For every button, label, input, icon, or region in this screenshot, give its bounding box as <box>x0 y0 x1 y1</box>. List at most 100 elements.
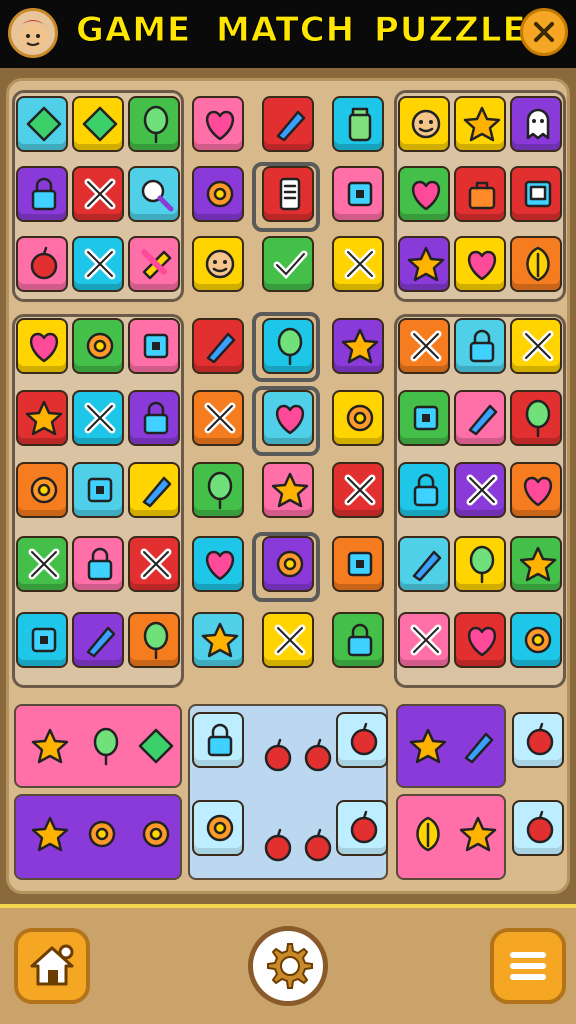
game-tile[interactable] <box>332 318 384 374</box>
game-tile[interactable] <box>332 462 384 518</box>
game-tile[interactable] <box>332 236 384 292</box>
tray-item[interactable] <box>24 720 76 776</box>
game-tile[interactable] <box>16 236 68 292</box>
game-tile[interactable] <box>192 612 244 668</box>
game-tile[interactable] <box>510 462 562 518</box>
game-tile[interactable] <box>192 536 244 592</box>
tray-item[interactable] <box>402 720 454 776</box>
game-tile[interactable] <box>332 612 384 668</box>
game-tile[interactable] <box>510 166 562 222</box>
tray-item[interactable] <box>192 712 244 768</box>
settings-button[interactable] <box>248 926 328 1006</box>
game-tile[interactable] <box>454 236 506 292</box>
game-tile[interactable] <box>72 612 124 668</box>
game-tile[interactable] <box>262 536 314 592</box>
game-tile[interactable] <box>510 612 562 668</box>
game-tile[interactable] <box>128 318 180 374</box>
game-tile[interactable] <box>510 536 562 592</box>
game-tile[interactable] <box>72 462 124 518</box>
tray-item[interactable] <box>130 808 182 864</box>
game-tile[interactable] <box>398 612 450 668</box>
game-tile[interactable] <box>192 96 244 152</box>
game-tile[interactable] <box>262 318 314 374</box>
game-tile[interactable] <box>128 390 180 446</box>
game-tile[interactable] <box>16 166 68 222</box>
game-tile[interactable] <box>454 96 506 152</box>
game-tile[interactable] <box>128 536 180 592</box>
close-button[interactable] <box>520 8 568 56</box>
tray-item[interactable] <box>336 712 388 768</box>
game-tile[interactable] <box>332 536 384 592</box>
game-tile[interactable] <box>262 166 314 222</box>
tray-item[interactable] <box>512 712 564 768</box>
game-tile[interactable] <box>332 166 384 222</box>
home-button[interactable] <box>14 928 90 1004</box>
game-tile[interactable] <box>398 96 450 152</box>
game-tile[interactable] <box>510 390 562 446</box>
game-tile[interactable] <box>72 96 124 152</box>
game-tile[interactable] <box>262 612 314 668</box>
game-tile[interactable] <box>72 236 124 292</box>
tray-item[interactable] <box>130 720 182 776</box>
game-tile[interactable] <box>398 390 450 446</box>
game-tile[interactable] <box>262 236 314 292</box>
character-avatar-icon[interactable] <box>8 8 58 58</box>
game-tile[interactable] <box>16 318 68 374</box>
box-icon <box>413 405 439 431</box>
game-tile[interactable] <box>398 318 450 374</box>
cross-icon <box>140 548 172 580</box>
game-tile[interactable] <box>262 462 314 518</box>
tray-item[interactable] <box>452 720 504 776</box>
heart-icon <box>524 476 552 507</box>
tray-item[interactable] <box>24 808 76 864</box>
menu-button[interactable] <box>490 928 566 1004</box>
game-tile[interactable] <box>128 612 180 668</box>
game-tile[interactable] <box>16 462 68 518</box>
game-tile[interactable] <box>510 236 562 292</box>
tray-item[interactable] <box>512 800 564 856</box>
game-tile[interactable] <box>128 166 180 222</box>
game-tile[interactable] <box>454 612 506 668</box>
game-tile[interactable] <box>72 166 124 222</box>
game-tile[interactable] <box>128 236 180 292</box>
game-tile[interactable] <box>16 612 68 668</box>
tray-item[interactable] <box>76 808 128 864</box>
tray-item[interactable] <box>80 720 132 776</box>
game-tile[interactable] <box>332 96 384 152</box>
brush-icon <box>468 404 498 436</box>
game-tile[interactable] <box>192 462 244 518</box>
game-tile[interactable] <box>262 96 314 152</box>
game-tile[interactable] <box>454 462 506 518</box>
game-tile[interactable] <box>192 390 244 446</box>
game-tile[interactable] <box>72 390 124 446</box>
game-tile[interactable] <box>192 318 244 374</box>
lock-icon <box>31 177 57 211</box>
game-tile[interactable] <box>398 462 450 518</box>
game-tile[interactable] <box>128 96 180 152</box>
game-tile[interactable] <box>16 536 68 592</box>
game-tile[interactable] <box>398 236 450 292</box>
game-tile[interactable] <box>454 536 506 592</box>
game-tile[interactable] <box>332 390 384 446</box>
game-tile[interactable] <box>192 236 244 292</box>
game-tile[interactable] <box>454 166 506 222</box>
tray-item[interactable] <box>336 800 388 856</box>
game-tile[interactable] <box>510 96 562 152</box>
game-tile[interactable] <box>454 318 506 374</box>
tray-item[interactable] <box>192 800 244 856</box>
game-tile[interactable] <box>16 96 68 152</box>
game-tile[interactable] <box>398 166 450 222</box>
game-tile[interactable] <box>128 462 180 518</box>
flower-icon <box>86 332 114 360</box>
game-tile[interactable] <box>454 390 506 446</box>
game-tile[interactable] <box>72 318 124 374</box>
game-tile[interactable] <box>72 536 124 592</box>
tray-item[interactable] <box>402 808 454 864</box>
tray-item[interactable] <box>452 808 504 864</box>
game-tile[interactable] <box>398 536 450 592</box>
game-tile[interactable] <box>262 390 314 446</box>
diamond-icon <box>82 106 118 142</box>
game-tile[interactable] <box>192 166 244 222</box>
game-tile[interactable] <box>16 390 68 446</box>
game-tile[interactable] <box>510 318 562 374</box>
